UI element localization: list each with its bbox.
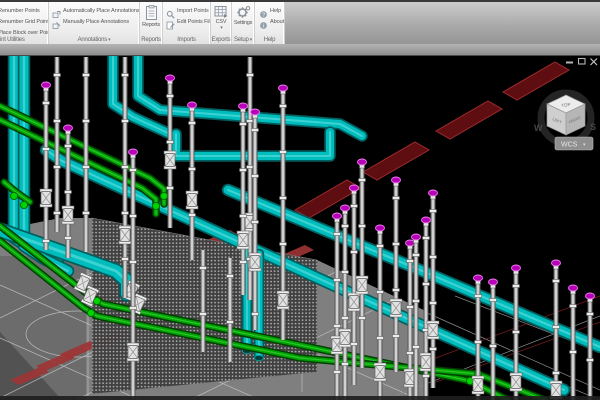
reports-button[interactable]: Reports [140,2,162,28]
point-marker [358,159,367,165]
ribbon-item-renumber-points[interactable]: Renumber Points [0,5,48,16]
ribbon-panel-point-utilities: Renumber Points Renumber Grid Points Pla… [0,2,49,44]
panel-label-reports[interactable]: Reports [140,37,162,43]
point-marker [251,109,260,115]
point-marker [392,177,401,183]
chevron-down-icon: ▾ [220,25,223,31]
point-marker [412,234,421,240]
point-marker [586,293,595,299]
point-marker [333,213,342,219]
ribbon-empty-area [285,2,600,44]
report-document-icon [145,5,158,21]
pipe-valve [510,373,522,391]
point-marker [341,205,350,211]
point-marker [350,185,359,191]
pipe-valve [374,363,386,381]
ribbon-panel-help: ? Help i About Help [255,2,285,44]
settings-button[interactable]: Settings [232,2,254,26]
ribbon-item-import-points[interactable]: Import Points [166,5,210,16]
point-marker [129,149,138,155]
place-annotation-auto-icon [52,6,61,15]
vertical-pipe [200,250,207,352]
viewport-bottom-edge [0,396,600,400]
ribbon-panel-annotations: Automatically Place Annotations Manually… [49,2,140,44]
ribbon-panel-setup: Settings Setup▾ [232,2,255,44]
ribbon-item-renumber-grid-points[interactable]: Renumber Grid Points [0,16,48,27]
restore-button[interactable] [579,59,586,65]
point-marker [166,75,175,81]
pipe-valve [356,276,368,294]
point-marker [474,275,483,281]
point-marker [489,279,498,285]
point-marker [376,225,385,231]
gear-icon [236,5,251,19]
compass-west-label[interactable]: W [534,123,543,133]
panel-label-imports[interactable]: Imports [163,37,210,43]
chevron-down-icon: ▾ [250,37,252,43]
drawing-viewport[interactable]: WSTOPLEFTFRONTWCS▾ [0,56,600,400]
point-marker [406,240,415,246]
point-marker [64,125,73,131]
viewcube[interactable]: WSTOPLEFTFRONT [534,93,596,143]
vertical-pipe [54,57,61,232]
point-marker [239,103,248,109]
pipe-valve [119,226,131,244]
pipe-valve [472,376,484,394]
edit-points-file-icon [166,17,175,26]
vertical-pipe [83,57,90,252]
about-icon: i [259,17,268,26]
point-marker [422,217,431,223]
csv-export-button[interactable]: CSV ▾ [211,2,231,31]
ribbon-panel-reports: Reports Reports [140,2,163,44]
pipe-valve [40,189,52,207]
ribbon-item-manual-place-annotations[interactable]: Manually Place Annotations [52,16,139,27]
point-marker [279,85,288,91]
wcs-label: WCS [561,142,578,149]
pipe-valve [62,206,74,224]
point-marker [512,265,521,271]
pipe-valve [348,293,360,311]
pipe-valve [127,343,139,361]
point-marker [42,82,51,88]
compass-south-label[interactable]: S [590,122,596,132]
minimize-button[interactable] [566,62,573,64]
panel-label-annotations[interactable]: Annotations▾ [49,37,139,43]
pipe-valve [249,253,261,271]
csv-table-icon [214,5,228,18]
panel-label-setup[interactable]: Setup▾ [232,37,254,43]
vertical-pipe [227,258,234,362]
close-button[interactable] [591,59,598,66]
point-marker [552,260,561,266]
pipe-valve [339,329,351,347]
ribbon: Renumber Points Renumber Grid Points Pla… [0,2,600,44]
wcs-button[interactable]: WCS▾ [555,137,593,150]
pipe-valve [277,291,289,309]
pipe-valve [420,353,432,371]
pipe-valve [237,231,249,249]
panel-label-help[interactable]: Help [255,37,284,43]
chevron-down-icon: ▾ [108,37,110,43]
ribbon-item-auto-place-annotations[interactable]: Automatically Place Annotations [52,5,139,16]
ribbon-item-about[interactable]: i About [259,16,284,27]
help-icon: ? [259,6,268,15]
panel-label-exports[interactable]: Exports [211,37,231,43]
ribbon-lower-strip [0,44,600,56]
ribbon-panel-imports: Import Points Edit Points File Imports [163,2,211,44]
ribbon-item-edit-points-file[interactable]: Edit Points File [166,16,210,27]
ribbon-item-help[interactable]: ? Help [259,5,284,16]
ribbon-panel-exports: CSV ▾ Exports [211,2,232,44]
point-marker [569,285,578,291]
pipe-valve [186,191,198,209]
point-marker [429,190,438,196]
import-points-icon [166,6,175,15]
svg-text:i: i [263,24,264,30]
vertical-pipe [510,265,522,400]
pipe-valve [427,321,439,339]
panel-label-point-utilities[interactable]: Point Utilities [0,37,48,43]
point-marker [188,102,197,108]
pipe-valve [164,151,176,169]
place-annotation-manual-icon [52,17,61,26]
pipe-valve [390,299,402,317]
model-scene: WSTOPLEFTFRONTWCS▾ [0,56,600,400]
